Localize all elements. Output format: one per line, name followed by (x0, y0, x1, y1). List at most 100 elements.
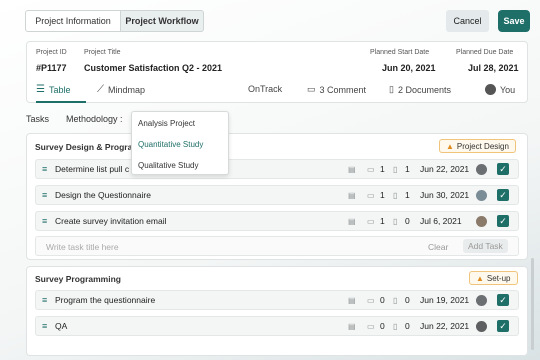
task-title-input[interactable]: Write task title here (46, 242, 119, 252)
comment-icon: ▭ (307, 84, 316, 94)
status-ontrack[interactable]: OnTrack (248, 84, 282, 94)
task-date: Jun 30, 2021 (420, 190, 470, 200)
calendar-icon[interactable]: ▤ (348, 296, 356, 305)
document-icon: ▯ (393, 321, 398, 331)
project-id: #P1177 (36, 63, 67, 73)
task-title[interactable]: Determine list pull c (55, 164, 129, 174)
document-icon: ▯ (393, 164, 398, 174)
document-icon: ▯ (393, 295, 398, 305)
status-badge: ▲ Set-up (469, 271, 518, 285)
drag-handle-icon[interactable]: ≡ (42, 321, 47, 331)
task-date: Jun 22, 2021 (420, 164, 470, 174)
table-row[interactable]: ≡ Create survey invitation email ▤ ▭ 1 ▯… (35, 211, 519, 231)
avatar[interactable] (476, 215, 487, 227)
section-survey-programming: Survey Programming ▲ Set-up ≡ Program th… (26, 266, 528, 356)
list-icon: ☰ (36, 84, 45, 95)
dropdown-option-selected[interactable]: Quantitative Study (138, 140, 203, 149)
user-link[interactable]: You (485, 84, 515, 95)
tab-project-information[interactable]: Project Information (25, 10, 121, 32)
avatar[interactable] (476, 294, 487, 306)
user-label: You (500, 84, 516, 95)
tab-table[interactable]: ☰ Table (36, 84, 70, 95)
comment-count: 1 (380, 164, 385, 174)
section-title: Survey Design & Progra (35, 142, 133, 152)
doc-count: 1 (405, 190, 410, 200)
badge-label: Project Design (456, 141, 509, 151)
section-survey-design: Survey Design & Progra ▲ Project Design … (26, 133, 528, 260)
trend-icon: ⟋ (97, 84, 104, 95)
project-title: Customer Satisfaction Q2 - 2021 (84, 63, 223, 73)
documents-link[interactable]: ▯ 2 Documents (389, 84, 451, 95)
task-title[interactable]: Program the questionnaire (55, 295, 155, 305)
complete-checkbox[interactable]: ✓ (497, 163, 509, 175)
documents-label: 2 Documents (397, 84, 451, 95)
drag-handle-icon[interactable]: ≡ (42, 295, 47, 305)
task-title[interactable]: QA (55, 321, 67, 331)
doc-count: 0 (405, 216, 410, 226)
comment-count: 1 (380, 190, 385, 200)
table-row[interactable]: ≡ QA ▤ ▭ 0 ▯ 0 Jun 22, 2021 ✓ (35, 316, 519, 336)
complete-checkbox[interactable]: ✓ (497, 294, 509, 306)
avatar[interactable] (476, 163, 487, 175)
table-row[interactable]: ≡ Program the questionnaire ▤ ▭ 0 ▯ 0 Ju… (35, 290, 519, 310)
project-id-label: Project ID (36, 49, 67, 56)
complete-checkbox[interactable]: ✓ (497, 189, 509, 201)
tab-mindmap[interactable]: ⟋ Mindmap (97, 84, 145, 95)
comments-link[interactable]: ▭ 3 Comment (307, 84, 366, 95)
document-icon: ▯ (393, 190, 398, 200)
task-date: Jun 19, 2021 (420, 295, 470, 305)
add-task-button[interactable]: Add Task (463, 239, 508, 253)
doc-count: 1 (405, 164, 410, 174)
tab-table-label: Table (48, 84, 71, 95)
comment-count: 0 (380, 295, 385, 305)
status-label: OnTrack (248, 84, 283, 94)
complete-checkbox[interactable]: ✓ (497, 320, 509, 332)
comment-icon: ▭ (367, 164, 375, 174)
calendar-icon[interactable]: ▤ (348, 165, 356, 174)
scrollbar[interactable] (531, 258, 534, 350)
drag-handle-icon[interactable]: ≡ (42, 190, 47, 200)
document-icon: ▯ (393, 216, 398, 226)
dropdown-option[interactable]: Qualitative Study (138, 161, 198, 170)
calendar-icon[interactable]: ▤ (348, 322, 356, 331)
clear-button[interactable]: Clear (428, 242, 448, 252)
doc-count: 0 (405, 321, 410, 331)
planned-start-date: Jun 20, 2021 (382, 63, 436, 73)
comment-count: 1 (380, 216, 385, 226)
add-task-row: Write task title here Clear Add Task (35, 236, 519, 256)
planned-start-label: Planned Start Date (370, 49, 430, 56)
tab-project-workflow[interactable]: Project Workflow (120, 10, 204, 32)
task-title[interactable]: Create survey invitation email (55, 216, 167, 226)
section-title: Survey Programming (35, 274, 121, 284)
table-row[interactable]: ≡ Determine list pull c ▤ ▭ 1 ▯ 1 Jun 22… (35, 159, 519, 179)
task-title[interactable]: Design the Questionnaire (55, 190, 151, 200)
project-info-card: Project ID Project Title Planned Start D… (26, 41, 528, 103)
complete-checkbox[interactable]: ✓ (497, 215, 509, 227)
planned-due-label: Planned Due Date (456, 49, 514, 56)
doc-count: 0 (405, 295, 410, 305)
planned-due-date: Jul 28, 2021 (468, 63, 519, 73)
methodology-dropdown: Analysis Project Quantitative Study Qual… (131, 111, 229, 175)
methodology-filter[interactable]: Methodology : (66, 114, 123, 124)
drag-handle-icon[interactable]: ≡ (42, 164, 47, 174)
drag-handle-icon[interactable]: ≡ (42, 216, 47, 226)
comments-label: 3 Comment (319, 84, 367, 95)
dropdown-option[interactable]: Analysis Project (138, 119, 195, 128)
badge-label: Set-up (486, 273, 511, 283)
table-row[interactable]: ≡ Design the Questionnaire ▤ ▭ 1 ▯ 1 Jun… (35, 185, 519, 205)
avatar[interactable] (476, 320, 487, 332)
calendar-icon[interactable]: ▤ (348, 191, 356, 200)
project-title-label: Project Title (84, 49, 121, 56)
task-date: Jul 6, 2021 (420, 216, 462, 226)
save-button[interactable]: Save (498, 10, 530, 32)
tasks-filter[interactable]: Tasks (26, 114, 49, 124)
avatar[interactable] (476, 189, 487, 201)
cubes-icon: ▲ (476, 273, 484, 283)
avatar (485, 84, 496, 95)
comment-icon: ▭ (367, 216, 375, 226)
calendar-icon[interactable]: ▤ (348, 217, 356, 226)
task-date: Jun 22, 2021 (420, 321, 470, 331)
comment-icon: ▭ (367, 190, 375, 200)
tab-mindmap-label: Mindmap (108, 84, 146, 95)
cancel-button[interactable]: Cancel (446, 10, 489, 32)
